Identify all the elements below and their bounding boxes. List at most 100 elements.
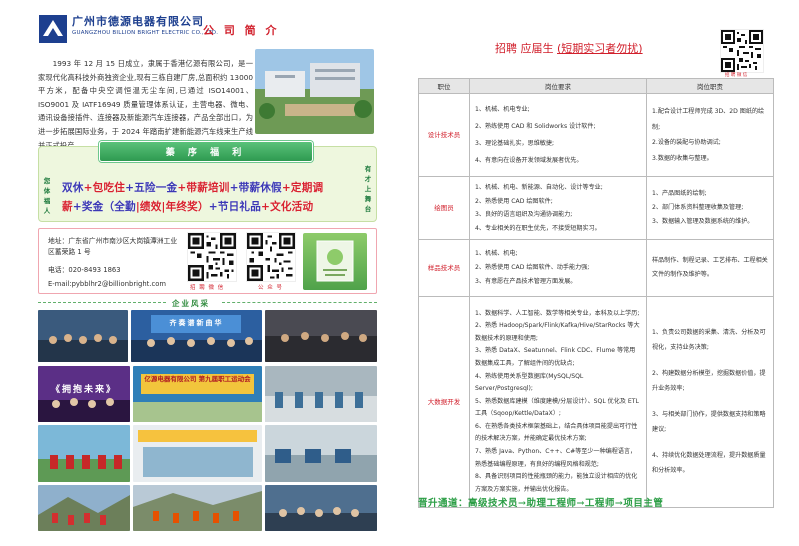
gallery-photo [265,485,377,531]
requirement-item: 3、良好的语言组织及沟通协调能力; [475,211,573,218]
gallery-title: 企业风采 [172,299,210,308]
company-name-en: GUANGZHOU BILLION BRIGHT ELECTRIC CO., L… [72,30,219,36]
company-name-cn: 广州市德源电器有限公司 [72,15,204,28]
benefit-item: +带薪休假 [229,182,282,194]
column-header-requirements: 岗位要求 [469,78,647,94]
gallery-banner-text: 齐奏谱新曲华 [169,318,224,327]
requirement-item: 7、熟悉 Java、Python、C++、C#等至少一种编程语言，熟悉基础编程原… [475,448,637,468]
gallery-divider-left [38,302,166,303]
requirement-item: 6、在熟悉各类技术框架基础上，结合具体项目能提出可行性的技术解决方案，并能确定最… [475,422,638,443]
gallery-divider-right [222,302,377,303]
gallery-photo: 亿源电器有限公司 第九届职工运动会 [133,366,262,422]
factory-photo [255,49,374,134]
job-position: 样品技术员 [418,239,470,297]
table-row: 样品技术员 1、机械、机电; 2、熟悉使用 CAD 绘图软件、动手能力强; 3、… [418,239,774,297]
duty-item: 1.配合设计工程师完成 3D、2D 图纸的绘制; [652,108,765,131]
email-link[interactable]: E-mail:pybblhr2@billionbright.com [48,280,166,288]
benefit-item: +节日礼品 [208,201,262,213]
job-duties: 1.配合设计工程师完成 3D、2D 图纸的绘制; 2.设备的装配与协助调试; 3… [646,93,774,177]
public-qr-label: 公 众 号 [258,285,283,291]
benefit-item: 双休 [62,182,84,194]
requirement-item: 2、熟悉使用 CAD 绘图软件、动手能力强; [475,264,590,271]
benefits-line-1: 双休+包吃住+五险一金+带薪培训+带薪休假+定期调 [62,180,358,195]
requirement-item: 1、机械、机电; [475,250,518,257]
benefit-item: +奖金（全勤 [72,201,136,213]
requirement-item: 2、熟悉使用 CAD 绘图软件; [475,197,553,205]
duty-item: 2、部门体系资料整理收集及管理; [652,204,744,211]
intro-paragraph: 1993 年 12 月 15 日成立，隶属于香港亿源有限公司，是一家现代化高科技… [38,59,253,150]
gallery-photo [38,425,130,482]
duty-item: 样品制作、制程记录、工艺排布、工程相关文件的制作及维护等。 [652,257,768,278]
column-header-position: 职位 [418,78,470,94]
table-row: 设计技术员 1、机械、机电专业; 2、熟练使用 CAD 和 Solidworks… [418,93,774,177]
address-text: 地址：广东省广州市南沙区大岗镇潭洲工业区蓄荣路 1 号 [48,237,178,256]
duty-item: 3、数据输入管理及数据系统的维护。 [652,218,754,225]
career-path: 晋升通道：高级技术员→助理工程师→工程师→项目主管 [418,498,664,509]
benefit-item: +文化活动 [261,201,314,213]
requirement-item: 4、熟练使用关系型数据库(MySQL/SQL Server/Postgresql… [475,372,584,393]
job-duties: 样品制作、制程记录、工艺排布、工程相关文件的制作及维护等。 [646,239,774,297]
requirement-item: 2、熟练使用 CAD 和 Solidworks 设计软件; [475,123,596,130]
job-requirements: 1、机械、机电、新能源、自动化、设计等专业; 2、熟悉使用 CAD 绘图软件; … [469,176,647,240]
job-position: 绘图员 [418,176,470,240]
duty-item: 1、产品图纸的绘制; [652,190,707,197]
public-account-qr-code-icon [246,232,296,282]
job-requirements: 1、数据科学、人工智能、数学等相关专业，本科及以上学历; 2、熟悉 Hadoop… [469,296,647,508]
duty-item: 3、与相关部门协作，提供数据支持和策略建议; [652,411,766,433]
recruit-title-main: 招聘 应届生 [495,42,554,55]
table-row: 绘图员 1、机械、机电、新能源、自动化、设计等专业; 2、熟悉使用 CAD 绘图… [418,176,774,240]
table-row: 大数据开发 1、数据科学、人工智能、数学等相关专业，本科及以上学历; 2、熟悉 … [418,296,774,508]
recruit-wechat-qr-code-icon [720,29,764,73]
requirement-item: 3、熟悉 DataX、Seatunnel、Flink CDC、Flume 等常用… [475,347,636,367]
job-requirements: 1、机械、机电; 2、熟悉使用 CAD 绘图软件、动手能力强; 3、有意愿在产品… [469,239,647,297]
duty-item: 3.数据的收集与整理。 [652,154,713,162]
gallery-photo [265,310,377,362]
requirement-item: 1、机械、机电专业; [475,106,530,113]
duty-item: 1、负责公司数据的采集、清洗、分析及可视化，支持业务决策; [652,329,766,351]
benefit-item: +带薪培训 [177,182,230,194]
gallery-photo [265,366,377,422]
benefit-item: |绩效|年终奖） [135,201,209,213]
requirement-item: 3、理论基础扎实，思维敏捷; [475,140,555,147]
benefit-item: 薪 [62,201,73,213]
column-header-duties: 岗位职责 [646,78,774,94]
duty-item: 4、持续优化数据处理流程，提升数据质量和分析效率。 [652,452,766,474]
gallery-banner-text: 亿源电器有限公司 第九届职工运动会 [141,374,254,394]
gallery-photo [133,485,262,531]
benefit-item: +定期调 [281,182,324,194]
benefit-item: +五险一金 [125,182,178,194]
requirement-item: 4、专业相关的在职生优先，不接受短期实习。 [475,224,601,232]
company-logo-icon [38,14,68,44]
gallery-banner-text: 《拥抱未来》 [50,385,117,395]
requirement-item: 8、具备识别项目的性能瓶颈的能力，能独立设计相应的优化方案及方案实施，并输出优化… [475,473,638,493]
requirement-item: 3、有意愿在产品技术管理方面发展。 [475,278,577,285]
job-duties: 1、负责公司数据的采集、清洗、分析及可视化，支持业务决策; 2、构建数据分析模型… [646,296,774,508]
gallery-photo: 《拥抱未来》 [38,366,130,422]
job-duties: 1、产品图纸的绘制; 2、部门体系资料整理收集及管理; 3、数据输入管理及数据系… [646,176,774,240]
recruit-qr-label: 招 聘 微 信 [190,285,225,291]
requirement-item: 1、数据科学、人工智能、数学等相关专业，本科及以上学历; [475,309,640,317]
gallery-photo [38,485,130,531]
requirement-item: 2、熟悉 Hadoop/Spark/Flink/Kafka/Hive/StarR… [475,322,640,342]
job-table: 职位 岗位要求 岗位职责 设计技术员 1、机械、机电专业; 2、熟练使用 CAD… [418,78,774,508]
gallery-photo [38,310,128,362]
job-position: 设计技术员 [418,93,470,177]
recruit-title-note: (短期实习者勿扰) [557,42,643,55]
requirement-item: 4、有意向在设备开发领域发展者优先。 [475,157,583,164]
intro-title: 公 司 简 介 [203,24,280,37]
phone-text: 电话：020-8493 1863 [48,266,121,274]
requirement-item: 1、机械、机电、新能源、自动化、设计等专业; [475,184,603,191]
benefits-line-2: 薪+奖金（全勤|绩效|年终奖）+节日礼品+文化活动 [62,199,358,214]
benefits-banner: 蓁 序 福 利 [99,141,313,162]
gallery-photo [265,425,377,482]
benefits-side-right: 有 才 上 舞 台 [364,165,372,213]
gallery-photo: 齐奏谱新曲华 [131,310,262,362]
requirement-item: 5、熟悉数据库建模（维度建模/分层设计）、SQL 优化及 ETL 工具（Sqoo… [475,397,639,418]
benefit-item: +包吃住 [83,182,126,194]
benefits-side-left: 您 体 福 人 [43,177,51,215]
duty-item: 2.设备的装配与协助调试; [652,139,721,146]
job-requirements: 1、机械、机电专业; 2、熟练使用 CAD 和 Solidworks 设计软件;… [469,93,647,177]
job-position: 大数据开发 [418,296,470,508]
recruit-qr-code-icon [187,232,237,282]
certificate-image [303,233,367,290]
